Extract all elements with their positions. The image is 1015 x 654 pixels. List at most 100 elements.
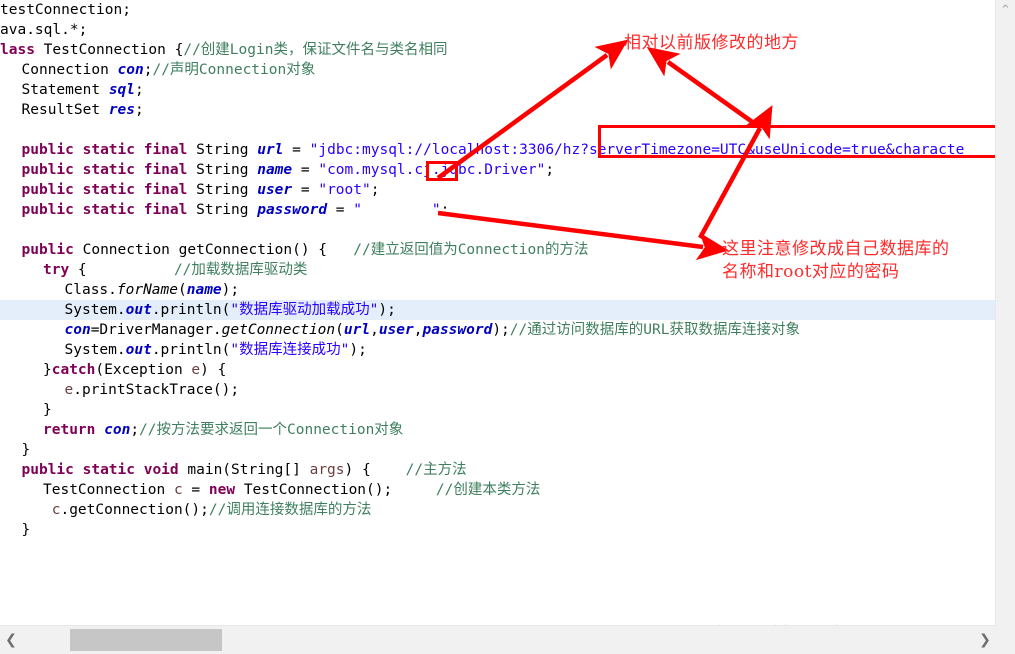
code-token: .getConnection();	[60, 502, 209, 518]
annotation-bottom-note-line2: 名称和root对应的密码	[722, 262, 900, 282]
code-line[interactable]: }	[22, 520, 31, 540]
code-token: c	[173, 482, 183, 498]
code-token: (Exception	[95, 362, 192, 378]
code-token: =	[283, 142, 310, 158]
code-line[interactable]: ResultSet res;	[22, 100, 144, 120]
code-token: url	[257, 142, 284, 158]
code-token: public	[21, 242, 83, 258]
code-token: (	[335, 322, 344, 338]
code-token: =	[292, 162, 319, 178]
code-token: ) {	[344, 462, 406, 478]
code-token: );	[221, 282, 240, 298]
code-token: .println(	[151, 342, 231, 358]
code-token: //通过访问数据库的URL获取数据库连接对象	[509, 322, 800, 338]
code-line[interactable]: testConnection;	[0, 0, 131, 20]
code-line[interactable]: e.printStackTrace();	[65, 380, 240, 400]
code-line[interactable]: con=DriverManager.getConnection(url,user…	[65, 320, 800, 340]
code-line[interactable]: Statement sql;	[22, 80, 144, 100]
code-token: String	[196, 202, 258, 218]
code-line[interactable]: ava.sql.*;	[0, 20, 87, 40]
code-token: .printStackTrace();	[73, 382, 240, 398]
code-token: //按方法要求返回一个Connection对象	[139, 422, 404, 438]
code-token: ) {	[200, 362, 227, 378]
code-line[interactable]: lass TestConnection {//创建Login类，保证文件名与类名…	[0, 40, 447, 60]
code-token: //加载数据库驱动类	[173, 262, 308, 278]
code-editor-area[interactable]: testConnection; ava.sql.*; lass TestConnec…	[0, 0, 996, 626]
code-token: ;	[130, 422, 140, 438]
code-token: String	[196, 182, 258, 198]
code-token: =	[327, 202, 354, 218]
code-token: System.	[64, 342, 126, 358]
code-token: out	[125, 302, 152, 318]
annotation-bottom-note-line1: 这里注意修改成自己数据库的	[722, 239, 950, 259]
url-query-string-box	[598, 125, 1000, 158]
code-token: System.	[64, 302, 126, 318]
code-token: public static final	[21, 202, 197, 218]
code-line[interactable]: public Connection getConnection() { //建立…	[22, 240, 589, 260]
code-token: public static void	[21, 462, 188, 478]
code-token: main(String[]	[187, 462, 310, 478]
scrollbar-corner	[996, 626, 1015, 654]
code-line[interactable]: public static final String name = "com.m…	[22, 160, 555, 180]
code-token: new	[208, 482, 244, 498]
code-token: getConnection	[221, 322, 336, 338]
code-line[interactable]: }	[43, 400, 52, 420]
code-token: user	[257, 182, 293, 198]
code-token: public static final	[21, 182, 197, 198]
code-token: //创建Login类，保证文件名与类名相同	[183, 42, 448, 58]
code-line[interactable]: TestConnection c = new TestConnection();…	[43, 480, 540, 500]
code-token: ;	[545, 162, 555, 178]
code-line[interactable]: public static void main(String[] args) {…	[22, 460, 467, 480]
horizontal-scrollbar[interactable]: ❮ ❯	[0, 625, 996, 654]
code-line[interactable]: Class.forName(name);	[65, 280, 240, 300]
code-line[interactable]: try { //加载数据库驱动类	[43, 260, 307, 280]
code-token: ResultSet	[21, 102, 109, 118]
code-token: con	[117, 62, 144, 78]
code-token: try	[43, 262, 78, 278]
code-token: ;	[370, 182, 380, 198]
horizontal-scroll-thumb[interactable]	[70, 629, 222, 651]
code-token: );	[378, 302, 396, 318]
code-token: }	[21, 522, 31, 538]
code-token: "root"	[318, 182, 371, 198]
code-token: String	[196, 162, 258, 178]
code-token: );	[492, 322, 510, 338]
code-line[interactable]: public static final String password = " …	[22, 200, 450, 220]
scroll-up-icon[interactable]: ⌃	[996, 2, 1015, 20]
code-token: //声明Connection对象	[152, 62, 316, 78]
vertical-scrollbar[interactable]: ⌃ ⌄	[995, 0, 1015, 654]
code-token: TestConnection {	[43, 42, 184, 58]
code-line[interactable]: System.out.println("数据库连接成功");	[65, 340, 367, 360]
code-line[interactable]: public static final String user = "root"…	[22, 180, 380, 200]
code-token: public static final	[21, 142, 197, 158]
code-token: =DriverManager.	[90, 322, 222, 338]
code-token: );	[349, 342, 367, 358]
code-token: ;	[135, 82, 144, 98]
code-line[interactable]: System.out.println("数据库驱动加载成功");	[65, 300, 396, 320]
code-token: catch	[51, 362, 96, 378]
code-token: =	[182, 482, 209, 498]
code-token: args	[309, 462, 345, 478]
code-token: =	[292, 182, 319, 198]
code-token: lass	[0, 42, 44, 58]
code-token: TestConnection	[43, 482, 174, 498]
code-line[interactable]: }	[22, 440, 31, 460]
code-token: }	[43, 402, 52, 418]
code-token: return	[43, 422, 105, 438]
code-token: Class.	[64, 282, 117, 298]
code-token: }	[43, 362, 52, 378]
code-token: e	[191, 362, 201, 378]
code-token: ;	[440, 202, 450, 218]
scroll-left-icon[interactable]: ❮	[2, 626, 20, 654]
code-line[interactable]: return con;//按方法要求返回一个Connection对象	[43, 420, 403, 440]
code-line[interactable]: c.getConnection();//调用连接数据库的方法	[43, 500, 372, 520]
annotation-top-note: 相对以前版修改的地方	[624, 33, 799, 53]
code-line[interactable]: Connection con;//声明Connection对象	[22, 60, 316, 80]
code-token: TestConnection();	[243, 482, 436, 498]
code-token: Connection	[21, 62, 118, 78]
code-line[interactable]: }catch(Exception e) {	[43, 360, 226, 380]
code-token: //调用连接数据库的方法	[208, 502, 372, 518]
code-token: con	[64, 322, 91, 338]
code-token: ,	[370, 322, 379, 338]
scroll-right-icon[interactable]: ❯	[976, 626, 994, 654]
